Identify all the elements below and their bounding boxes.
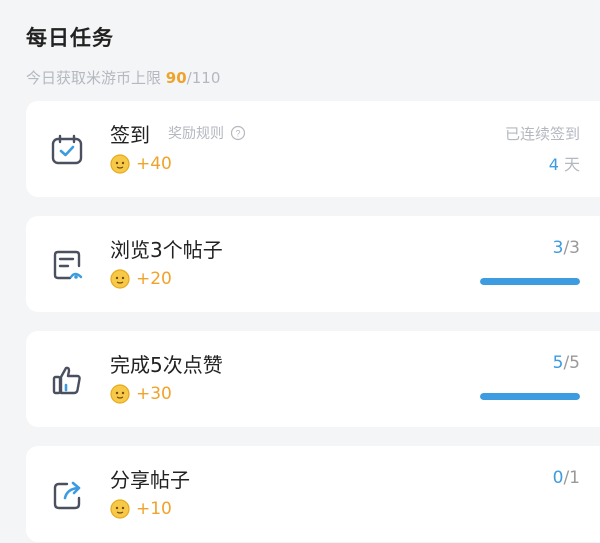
svg-text:?: ? <box>235 129 240 139</box>
task-card-browse-posts[interactable]: 浏览3个帖子 +20 3/3 <box>26 216 600 312</box>
reward-row: +40 <box>110 154 172 174</box>
reward-row: +30 <box>110 384 172 404</box>
coin-limit-label: 今日获取米游币上限 <box>26 69 162 87</box>
coin-icon <box>110 154 130 174</box>
daily-tasks-header: 每日任务 今日获取米游币上限 90/110 <box>26 22 220 88</box>
share-icon <box>53 481 81 510</box>
document-view-icon <box>53 250 83 280</box>
streak-unit: 天 <box>563 155 580 174</box>
reward-amount: +40 <box>136 154 172 174</box>
task-progress: 0/1 <box>553 468 580 488</box>
task-progress: 5/5 <box>553 353 580 373</box>
progress-bar <box>480 278 580 285</box>
progress-done: 5 <box>552 353 564 373</box>
coin-icon <box>110 384 130 404</box>
reward-amount: +20 <box>136 269 172 289</box>
task-card-likes[interactable]: 完成5次点赞 +30 5/5 <box>26 331 600 427</box>
reward-rules-label: 奖励规则 <box>168 126 224 142</box>
page-title: 每日任务 <box>26 26 114 50</box>
progress-done: 0 <box>552 468 564 488</box>
coin-limit-line: 今日获取米游币上限 90/110 <box>26 67 220 88</box>
progress-bar-fill <box>480 393 580 400</box>
coin-icon <box>110 499 130 519</box>
reward-rules-link[interactable]: 奖励规则 ? <box>168 123 246 143</box>
reward-amount: +10 <box>136 499 172 519</box>
task-card-share[interactable]: 分享帖子 +10 0/1 <box>26 446 600 542</box>
task-card-sign-in[interactable]: 签到 奖励规则 ? +40 已连续签到 4 天 <box>26 101 600 197</box>
progress-done: 3 <box>552 238 564 258</box>
task-progress: 3/3 <box>553 238 580 258</box>
calendar-check-icon <box>51 134 83 165</box>
streak-label: 已连续签到 <box>504 125 580 143</box>
reward-row: +20 <box>110 269 172 289</box>
streak-days: 4 <box>548 155 559 174</box>
progress-total: 5 <box>569 353 580 373</box>
progress-bar <box>480 393 580 400</box>
help-icon[interactable]: ? <box>230 125 246 141</box>
task-name: 浏览3个帖子 <box>110 238 223 262</box>
progress-bar-fill <box>480 278 580 285</box>
task-name: 签到 <box>110 123 150 147</box>
streak-value: 4 天 <box>549 151 580 175</box>
reward-amount: +30 <box>136 384 172 404</box>
task-name: 完成5次点赞 <box>110 353 223 377</box>
reward-row: +10 <box>110 499 172 519</box>
thumbs-up-icon <box>52 366 81 395</box>
coin-limit-current: 90 <box>165 69 187 87</box>
coin-icon <box>110 269 130 289</box>
task-name: 分享帖子 <box>110 468 190 492</box>
coin-limit-max: 110 <box>191 69 221 87</box>
daily-tasks-page: 每日任务 今日获取米游币上限 90/110 签到 奖励规则 ? +40 已连续签… <box>0 0 600 543</box>
progress-total: 1 <box>569 468 580 488</box>
progress-total: 3 <box>569 238 580 258</box>
